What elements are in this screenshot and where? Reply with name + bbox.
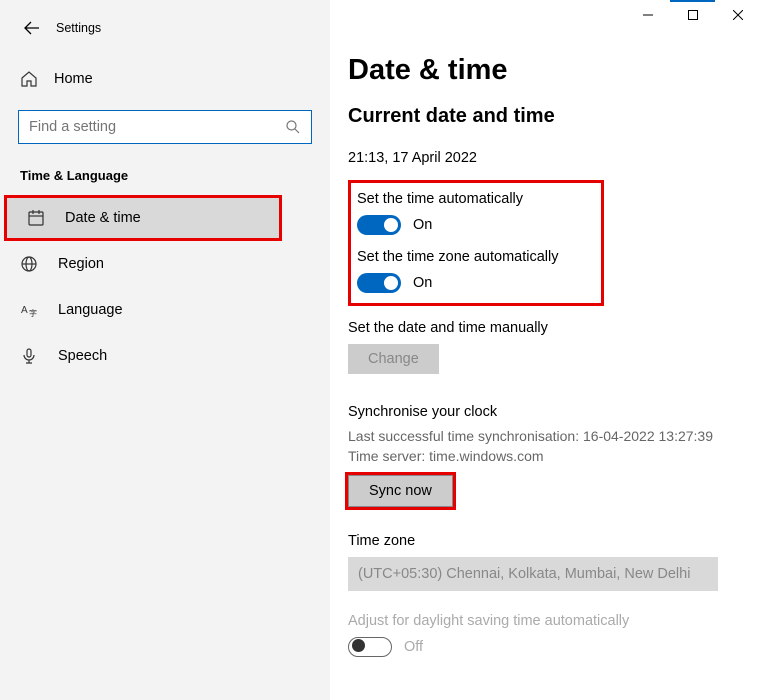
dst-state: Off	[404, 639, 423, 655]
sidebar-item-date-time[interactable]: Date & time	[4, 195, 282, 241]
microphone-icon	[20, 347, 38, 365]
sidebar: Settings Home Time & Language Date & tim…	[0, 0, 330, 700]
home-icon	[20, 70, 38, 88]
section-title: Current date and time	[348, 105, 760, 128]
timezone-title: Time zone	[348, 533, 760, 549]
svg-text:字: 字	[29, 308, 37, 318]
maximize-button[interactable]	[670, 0, 715, 30]
toggle-knob	[384, 218, 398, 232]
back-button[interactable]	[18, 14, 46, 42]
page-title: Date & time	[348, 54, 760, 87]
auto-tz-state: On	[413, 275, 432, 291]
sidebar-item-label: Date & time	[65, 210, 141, 226]
arrow-left-icon	[23, 19, 41, 37]
titlebar: Settings	[0, 12, 330, 44]
search-input[interactable]	[29, 119, 285, 135]
window-title: Settings	[56, 21, 101, 35]
auto-settings-block: Set the time automatically On Set the ti…	[348, 180, 604, 306]
sync-title: Synchronise your clock	[348, 404, 760, 420]
auto-tz-toggle[interactable]	[357, 273, 401, 293]
search-box[interactable]	[18, 110, 312, 144]
sync-info: Last successful time synchronisation: 16…	[348, 426, 760, 467]
minimize-icon	[643, 10, 653, 20]
sidebar-item-label: Region	[58, 256, 104, 272]
sync-last: Last successful time synchronisation: 16…	[348, 426, 760, 446]
auto-time-toggle-row: On	[357, 215, 589, 235]
svg-text:A: A	[21, 305, 28, 316]
timezone-value: (UTC+05:30) Chennai, Kolkata, Mumbai, Ne…	[358, 566, 690, 582]
toggle-knob	[384, 276, 398, 290]
home-label: Home	[54, 71, 93, 87]
auto-time-label: Set the time automatically	[357, 191, 589, 207]
change-button[interactable]: Change	[348, 344, 439, 374]
auto-time-state: On	[413, 217, 432, 233]
auto-time-toggle[interactable]	[357, 215, 401, 235]
main-content: Date & time Current date and time 21:13,…	[330, 0, 760, 700]
close-button[interactable]	[715, 0, 760, 30]
toggle-knob	[352, 639, 365, 652]
minimize-button[interactable]	[625, 0, 670, 30]
search-icon	[285, 119, 301, 135]
timezone-select[interactable]: (UTC+05:30) Chennai, Kolkata, Mumbai, Ne…	[348, 557, 718, 591]
close-icon	[733, 10, 743, 20]
sidebar-item-label: Language	[58, 302, 123, 318]
sidebar-item-language[interactable]: A字 Language	[0, 287, 330, 333]
sync-now-button[interactable]: Sync now	[348, 475, 453, 507]
sync-server: Time server: time.windows.com	[348, 446, 760, 466]
auto-tz-label: Set the time zone automatically	[357, 249, 589, 265]
dst-toggle-row: Off	[348, 637, 760, 657]
search-container	[18, 110, 312, 144]
manual-label: Set the date and time manually	[348, 320, 760, 336]
sidebar-item-speech[interactable]: Speech	[0, 333, 330, 379]
maximize-icon	[688, 10, 698, 20]
dst-label: Adjust for daylight saving time automati…	[348, 613, 760, 629]
dst-toggle	[348, 637, 392, 657]
window-controls	[625, 0, 760, 30]
category-title: Time & Language	[20, 168, 330, 183]
sidebar-item-label: Speech	[58, 348, 107, 364]
sidebar-item-region[interactable]: Region	[0, 241, 330, 287]
globe-icon	[20, 255, 38, 273]
home-nav[interactable]: Home	[0, 60, 330, 98]
calendar-icon	[27, 209, 45, 227]
language-icon: A字	[20, 301, 38, 319]
current-datetime: 21:13, 17 April 2022	[348, 150, 760, 166]
auto-tz-toggle-row: On	[357, 273, 589, 293]
